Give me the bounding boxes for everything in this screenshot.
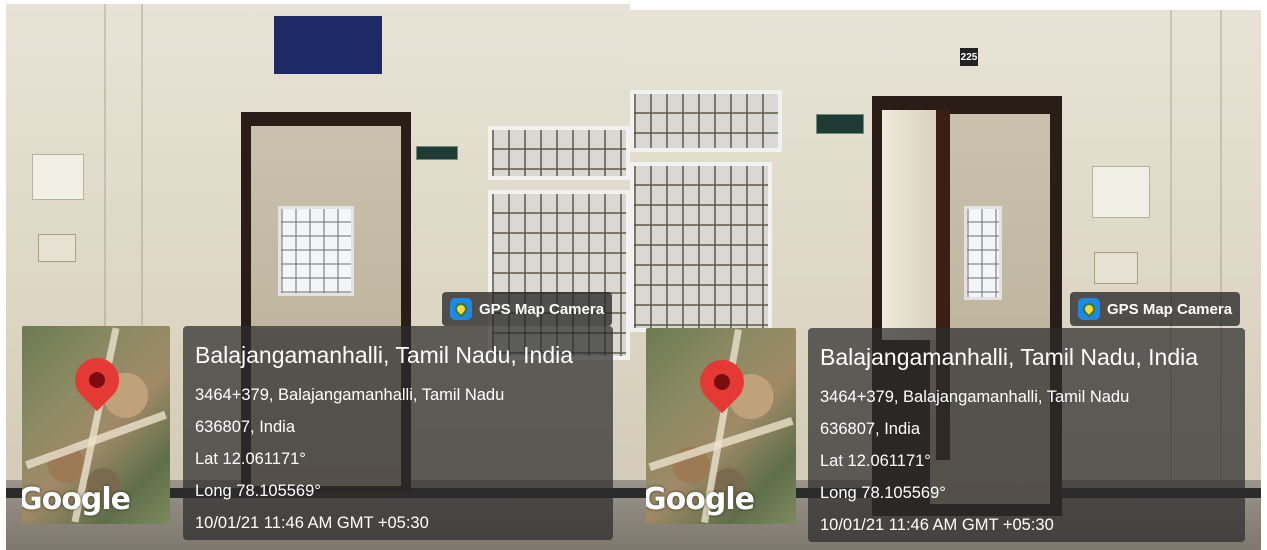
address-line-1: 3464+379, Balajangamanhalli, Tamil Nadu <box>820 388 1130 406</box>
location-title: Balajangamanhalli, Tamil Nadu, India <box>820 344 1199 370</box>
latitude: Lat 12.061171° <box>820 452 931 470</box>
room-number-plate: 225 <box>960 48 978 66</box>
latitude: Lat 12.061171° <box>195 450 306 468</box>
google-logo: Google <box>22 482 131 517</box>
switch-board <box>1094 252 1138 284</box>
gps-map-camera-app-icon <box>450 298 472 320</box>
photo-right: 225 Google GPS Map Camera Balajangamanha… <box>630 10 1261 550</box>
map-pin-icon <box>65 348 129 412</box>
ventilator-grill <box>630 90 782 152</box>
google-logo: Google <box>646 482 755 517</box>
window-grill <box>630 162 772 332</box>
classroom-window <box>278 206 354 296</box>
gps-badge: GPS Map Camera <box>442 292 613 326</box>
room-sign <box>816 114 864 134</box>
longitude: Long 78.105569° <box>820 484 946 502</box>
location-title: Balajangamanhalli, Tamil Nadu, India <box>195 342 574 368</box>
timestamp: 10/01/21 11:46 AM GMT +05:30 <box>820 516 1054 534</box>
map-thumbnail: Google <box>22 326 170 524</box>
gps-badge-label: GPS Map Camera <box>479 300 605 318</box>
map-thumbnail: Google <box>646 328 796 524</box>
location-info-box: Balajangamanhalli, Tamil Nadu, India 346… <box>808 328 1245 542</box>
address-line-1: 3464+379, Balajangamanhalli, Tamil Nadu <box>195 386 505 404</box>
address-line-2: 636807, India <box>820 420 921 438</box>
timestamp: 10/01/21 11:46 AM GMT +05:30 <box>195 514 429 532</box>
room-sign <box>416 146 458 160</box>
gps-badge: GPS Map Camera <box>1070 292 1241 326</box>
address-line-2: 636807, India <box>195 418 296 436</box>
location-info-box: Balajangamanhalli, Tamil Nadu, India 346… <box>183 326 613 540</box>
electrical-box <box>1092 166 1150 218</box>
map-pin-icon <box>690 350 754 414</box>
quote-plaque <box>274 16 382 74</box>
electrical-box <box>32 154 84 200</box>
gps-map-camera-app-icon <box>1078 298 1100 320</box>
switch-board <box>38 234 76 262</box>
photo-left: Google GPS Map Camera Balajangamanhalli,… <box>6 4 630 550</box>
longitude: Long 78.105569° <box>195 482 321 500</box>
ventilator-grill <box>488 126 630 180</box>
gps-badge-label: GPS Map Camera <box>1107 300 1233 318</box>
classroom-window <box>964 206 1002 300</box>
door-leaf <box>882 110 938 340</box>
